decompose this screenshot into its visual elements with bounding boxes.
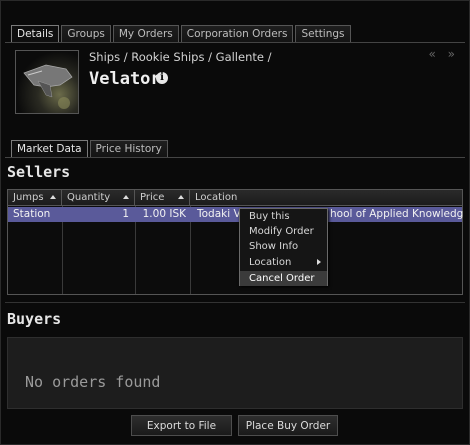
- history-nav-arrows[interactable]: « »: [429, 47, 460, 61]
- buyers-title: Buyers: [7, 310, 62, 328]
- context-menu: Buy this Modify Order Show Info Location…: [239, 208, 328, 286]
- menu-item-cancel-order[interactable]: Cancel Order: [240, 271, 327, 286]
- tab-details[interactable]: Details: [11, 25, 60, 43]
- item-title: Velator: [89, 69, 161, 89]
- sellers-table: Jumps Quantity Price Location Station 1 …: [7, 189, 463, 295]
- submenu-arrow-icon: [317, 259, 321, 265]
- column-label: Jumps: [13, 192, 44, 203]
- cell-quantity: 1: [122, 208, 129, 220]
- menu-item-label: Location: [249, 257, 292, 268]
- sort-ascending-icon: [50, 195, 56, 199]
- tab-settings[interactable]: Settings: [295, 25, 351, 42]
- cell-location: Todaki V: [197, 208, 241, 220]
- section-divider: [5, 302, 465, 303]
- menu-item-buy-this[interactable]: Buy this: [240, 209, 327, 224]
- ship-thumbnail[interactable]: [15, 50, 79, 114]
- cell-price: 1.00 ISK: [142, 208, 186, 220]
- column-label: Price: [140, 192, 165, 203]
- column-label: Location: [195, 192, 238, 203]
- menu-item-modify-order[interactable]: Modify Order: [240, 224, 327, 239]
- column-quantity[interactable]: Quantity: [62, 190, 135, 206]
- table-row[interactable]: Station 1 1.00 ISK Todaki V hool of Appl…: [8, 207, 464, 222]
- menu-item-location[interactable]: Location: [240, 255, 327, 270]
- sort-ascending-icon: [178, 195, 184, 199]
- export-button[interactable]: Export to File: [131, 415, 232, 436]
- tab-my-orders[interactable]: My Orders: [112, 25, 179, 42]
- column-price[interactable]: Price: [135, 190, 190, 206]
- cell-jumps: Station: [13, 208, 51, 220]
- breadcrumb[interactable]: Ships / Rookie Ships / Gallente /: [89, 50, 271, 64]
- info-icon[interactable]: i: [156, 72, 168, 84]
- sub-tab-bar: Market Data Price History: [11, 140, 170, 158]
- sellers-table-header: Jumps Quantity Price Location: [8, 190, 462, 206]
- column-jumps[interactable]: Jumps: [8, 190, 62, 206]
- place-buy-order-button[interactable]: Place Buy Order: [238, 415, 338, 436]
- sellers-title: Sellers: [7, 163, 71, 181]
- top-tab-bar: Details Groups My Orders Corporation Ord…: [11, 25, 353, 43]
- tab-price-history[interactable]: Price History: [89, 140, 168, 157]
- sub-tab-divider: [5, 157, 465, 158]
- column-location[interactable]: Location: [190, 190, 462, 206]
- market-window: Details Groups My Orders Corporation Ord…: [0, 0, 470, 445]
- tab-divider: [5, 42, 465, 43]
- ship-icon: [23, 64, 73, 109]
- tab-corporation-orders[interactable]: Corporation Orders: [180, 25, 294, 42]
- cell-location-overflow: hool of Applied Knowledg: [330, 208, 464, 220]
- tab-groups[interactable]: Groups: [61, 25, 111, 42]
- empty-message: No orders found: [25, 373, 161, 391]
- sort-ascending-icon: [123, 195, 129, 199]
- menu-item-show-info[interactable]: Show Info: [240, 239, 327, 254]
- tab-market-data[interactable]: Market Data: [11, 140, 88, 158]
- buyers-table: No orders found: [7, 337, 463, 409]
- column-label: Quantity: [67, 192, 111, 203]
